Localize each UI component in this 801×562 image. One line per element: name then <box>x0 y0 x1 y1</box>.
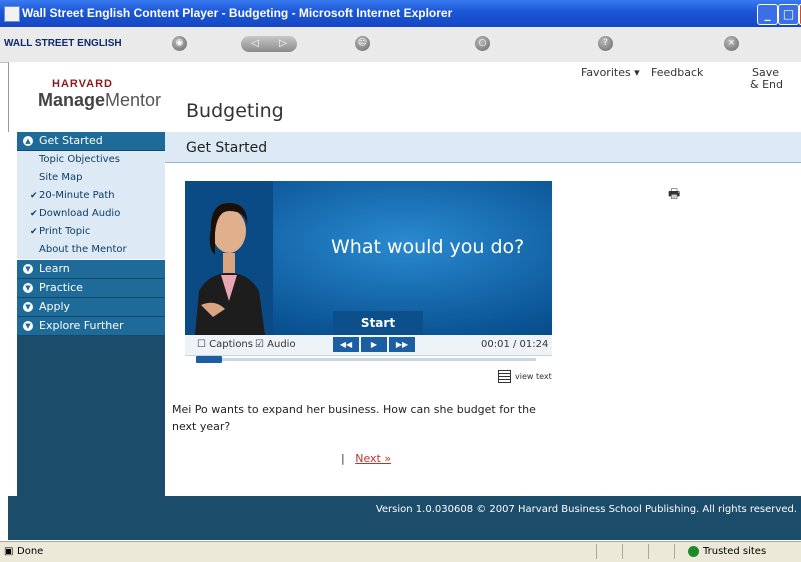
sidebar: ▲ Get Started Topic Objectives Site Map ✔… <box>17 132 165 496</box>
trusted-sites-icon <box>688 546 699 557</box>
section-heading-bar: Get Started <box>165 132 801 163</box>
scenario-text: Mei Po wants to expand her business. How… <box>172 403 536 433</box>
brand-label: WALL STREET ENGLISH <box>4 38 122 49</box>
section-heading: Get Started <box>186 140 268 156</box>
page-footer: Version 1.0.030608 © 2007 Harvard Busine… <box>8 496 801 540</box>
copyright-text: Version 1.0.030608 © 2007 Harvard Busine… <box>375 504 797 515</box>
ie-app-icon <box>4 6 20 22</box>
play-button[interactable]: ▶ <box>361 337 387 352</box>
fast-forward-button[interactable]: ▶▶ <box>389 337 415 352</box>
status-divider <box>674 544 675 559</box>
sidebar-item-download-audio[interactable]: ✔ Download Audio <box>17 205 165 224</box>
rewind-button[interactable]: ◀◀ <box>333 337 359 352</box>
favorites-link[interactable]: Favorites ▾ <box>581 66 640 79</box>
window-title-bar: Wall Street English Content Player - Bud… <box>0 0 801 27</box>
exit-icon[interactable]: × <box>724 36 739 51</box>
sidebar-item-20-minute-path[interactable]: ✔ 20-Minute Path <box>17 187 165 206</box>
sidebar-item-topic-objectives[interactable]: Topic Objectives <box>17 151 165 170</box>
chevron-down-icon: ▼ <box>23 264 33 274</box>
sidebar-section-apply[interactable]: ▼ Apply <box>17 298 165 317</box>
sidebar-item-print-topic[interactable]: ✔ Print Topic <box>17 223 165 242</box>
video-player[interactable]: What would you do? Start <box>185 181 552 335</box>
sidebar-section-practice[interactable]: ▼ Practice <box>17 279 165 298</box>
nav-pill: ◁ ▷ <box>241 36 297 52</box>
home-icon[interactable]: ◉ <box>172 36 187 51</box>
player-toolbar: WALL STREET ENGLISH ◉ ◁ ▷ ☺ ○ ? × <box>0 27 801 63</box>
status-divider <box>648 544 649 559</box>
status-text: Done <box>17 546 44 557</box>
help-icon[interactable]: ☺ <box>355 36 370 51</box>
zone-text: Trusted sites <box>703 546 767 557</box>
checkmark-icon: ✔ <box>30 227 38 237</box>
minimize-button[interactable]: _ <box>757 4 778 25</box>
chevron-down-icon: ▼ <box>23 302 33 312</box>
chevron-down-icon: ▼ <box>23 321 33 331</box>
video-question-text: What would you do? <box>331 236 525 258</box>
back-icon[interactable]: ◁ <box>241 36 269 52</box>
sidebar-section-explore-further[interactable]: ▼ Explore Further <box>17 317 165 336</box>
video-start-button[interactable]: Start <box>333 311 423 335</box>
page-title: Budgeting <box>186 100 284 122</box>
feedback-link[interactable]: Feedback <box>651 66 703 79</box>
sidebar-item-site-map[interactable]: Site Map <box>17 169 165 188</box>
audio-checkbox[interactable]: ☑ Audio <box>255 339 296 350</box>
next-nav: | Next » <box>341 452 392 465</box>
logo-harvard: HARVARD <box>52 78 113 90</box>
checkmark-icon: ✔ <box>30 209 38 219</box>
forward-icon[interactable]: ▷ <box>269 36 297 52</box>
view-text-link[interactable]: view text <box>498 370 552 383</box>
sidebar-section-learn[interactable]: ▼ Learn <box>17 260 165 279</box>
progress-bar[interactable] <box>196 356 536 363</box>
save-end-link[interactable]: & End <box>750 78 783 91</box>
window-title: Wall Street English Content Player - Bud… <box>22 6 453 20</box>
next-link[interactable]: Next » <box>355 452 391 465</box>
print-icon[interactable]: 🖶 <box>668 185 682 202</box>
presenter-image <box>185 181 273 335</box>
status-divider <box>622 544 623 559</box>
maximize-button[interactable]: □ <box>778 4 799 25</box>
search-icon[interactable]: ○ <box>475 36 490 51</box>
captions-checkbox[interactable]: ☐ Captions <box>197 339 253 350</box>
time-display: 00:01 / 01:24 <box>481 339 549 350</box>
sidebar-section-get-started[interactable]: ▲ Get Started <box>17 132 165 151</box>
logo-managementor: ManageMentor <box>38 90 162 110</box>
status-divider <box>596 544 597 559</box>
status-bar: ▣ Done Trusted sites <box>0 541 801 562</box>
checkmark-icon: ✔ <box>30 191 38 201</box>
sidebar-item-about-the-mentor[interactable]: About the Mentor <box>17 241 165 260</box>
chevron-up-icon: ▲ <box>23 136 33 146</box>
ie-page-icon: ▣ <box>4 546 14 557</box>
info-icon[interactable]: ? <box>598 36 613 51</box>
video-controls: ☐ Captions ☑ Audio ◀◀ ▶ ▶▶ 00:01 / 01:24 <box>185 335 552 356</box>
chevron-down-icon: ▼ <box>23 283 33 293</box>
document-icon <box>498 370 511 383</box>
progress-knob[interactable] <box>196 356 222 363</box>
